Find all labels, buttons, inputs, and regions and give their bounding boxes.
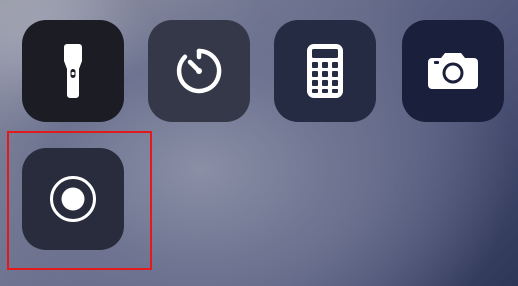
camera-icon (428, 53, 478, 89)
camera-button[interactable] (402, 20, 504, 122)
flashlight-icon (64, 44, 82, 98)
timer-icon (176, 48, 222, 94)
screen-recording-button[interactable] (22, 148, 124, 250)
calculator-button[interactable] (274, 20, 376, 122)
calculator-icon (307, 44, 343, 98)
flashlight-button[interactable] (22, 20, 124, 122)
timer-button[interactable] (148, 20, 250, 122)
record-icon (50, 176, 96, 222)
